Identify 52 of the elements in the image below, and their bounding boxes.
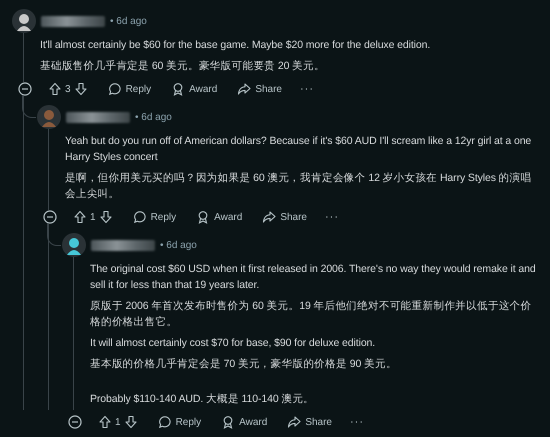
ribbon-icon	[221, 415, 236, 429]
share-button[interactable]: Share	[237, 82, 282, 96]
share-arrow-icon	[237, 82, 252, 96]
award-button[interactable]: Award	[221, 415, 268, 429]
collapse-button[interactable]	[18, 82, 32, 96]
downvote-icon[interactable]	[98, 210, 113, 224]
comment-time: • 6d ago	[110, 16, 147, 26]
thread-line	[22, 95, 36, 118]
ribbon-icon	[196, 210, 210, 224]
share-arrow-icon	[262, 210, 276, 224]
speech-bubble-icon	[108, 82, 122, 96]
blurred-name	[41, 16, 105, 26]
award-button[interactable]: Award	[171, 82, 218, 96]
comment-text: The original cost $60 USD when it first released in 2006. There's no way they would remake it and sell it for less than that 19 years later.	[90, 262, 537, 293]
thread-line	[47, 223, 61, 246]
vote-count: 3	[65, 84, 71, 94]
blurred-name	[66, 112, 130, 122]
more-button[interactable]: ···	[350, 416, 364, 428]
comment-text: Probably $110-140 AUD. 大概是 110-140 澳元。	[90, 392, 316, 407]
vote-count: 1	[115, 416, 121, 428]
reply-button[interactable]: Reply	[108, 82, 152, 96]
reply-button[interactable]: Reply	[158, 415, 202, 429]
upvote-icon[interactable]	[98, 415, 112, 429]
comment-text: It will almost certainly cost $70 for base, $90 for deluxe edition.	[90, 336, 376, 351]
upvote-icon[interactable]	[73, 210, 87, 224]
share-button[interactable]: Share	[287, 415, 332, 429]
avatar-icon[interactable]	[62, 233, 86, 257]
award-button[interactable]: Award	[196, 210, 242, 224]
speech-bubble-icon	[158, 415, 172, 429]
comment-time: • 6d ago	[135, 112, 172, 122]
collapse-button[interactable]	[68, 415, 82, 429]
speech-bubble-icon	[132, 210, 147, 224]
downvote-icon[interactable]	[74, 82, 88, 96]
comment-text: 是啊，但你用美元买的吗？因为如果是 60 澳元，我肯定会像个 12 岁小女孩在 Harry Styles 的演唱会上尖叫。	[65, 171, 532, 202]
ribbon-icon	[171, 82, 186, 96]
downvote-icon[interactable]	[124, 415, 138, 429]
reply-button[interactable]: Reply	[132, 210, 176, 224]
comment-text: It'll almost certainly be $60 for the base game. Maybe $20 more for the deluxe edition.	[40, 38, 432, 53]
comment-text: Yeah but do you run off of American dollars? Because if it's $60 AUD I'll scream like a 12yr girl at a one Harry Styles concert	[65, 134, 532, 165]
comment-time: • 6d ago	[160, 240, 197, 250]
more-button[interactable]: ···	[325, 211, 339, 223]
blurred-name	[91, 240, 155, 250]
share-button[interactable]: Share	[262, 210, 307, 224]
comment-text: 基础版售价几乎肯定是 60 美元。豪华版可能要贵 20 美元。	[40, 59, 326, 74]
more-button[interactable]: ···	[300, 83, 314, 95]
collapse-button[interactable]	[43, 210, 57, 224]
upvote-icon[interactable]	[48, 82, 62, 96]
avatar-icon[interactable]	[12, 9, 36, 33]
comment-text: 原版于 2006 年首次发布时售价为 60 美元。19 年后他们绝对不可能重新制作并以低于这个价格的价格出售它。	[90, 299, 533, 330]
share-arrow-icon	[287, 415, 302, 429]
vote-count: 1	[90, 212, 96, 222]
comment-text: 基本版的价格几乎肯定会是 70 美元，豪华版的价格是 90 美元。	[90, 357, 398, 372]
